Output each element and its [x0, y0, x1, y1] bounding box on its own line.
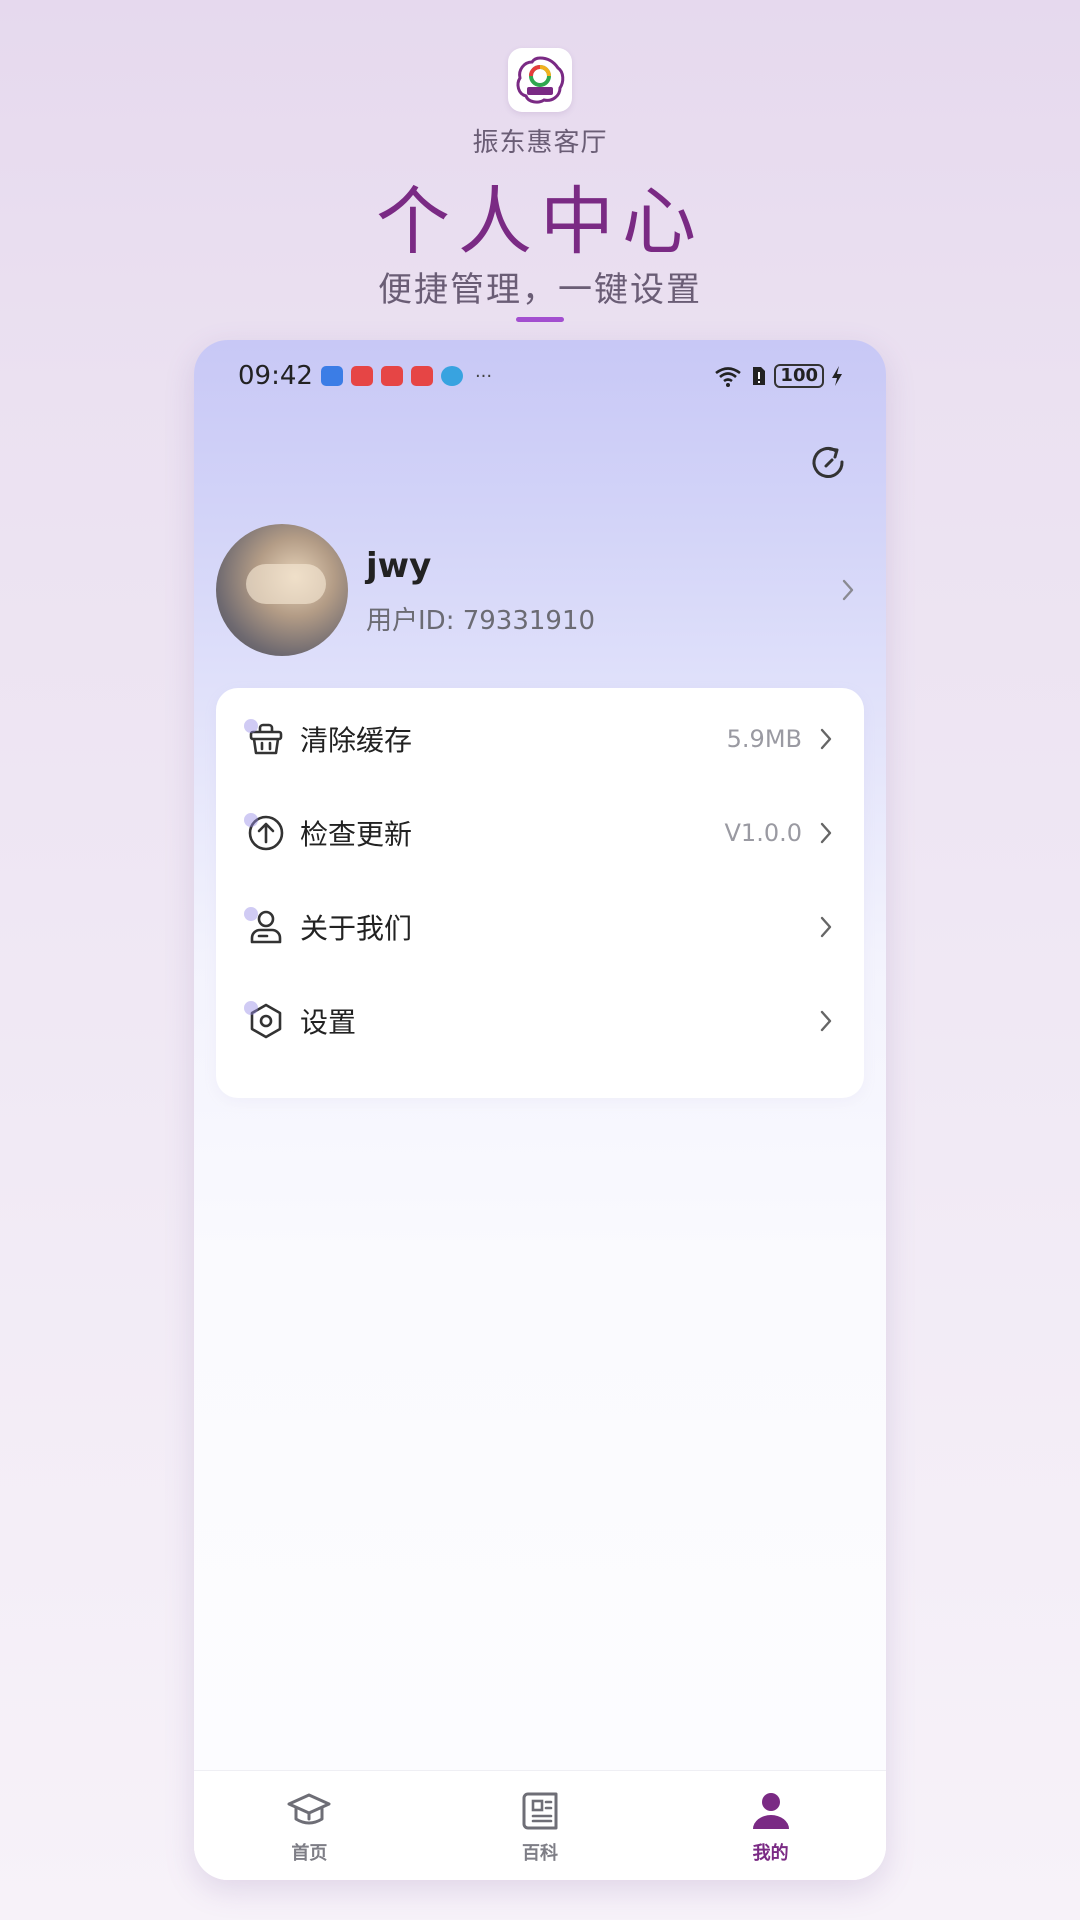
status-bar: 09:42 ··· 100 [194, 340, 886, 412]
menu-label: 检查更新 [300, 818, 413, 851]
more-notifications: ··· [474, 365, 493, 387]
tab-label: 百科 [522, 1842, 558, 1864]
menu-item-check-update[interactable]: 检查更新 V1.0.0 [216, 786, 864, 880]
basket-icon [244, 719, 286, 759]
upload-arrow-icon [244, 813, 286, 853]
battery-level: 100 [774, 364, 824, 388]
sim-alert-icon [753, 367, 766, 385]
menu-item-clear-cache[interactable]: 清除缓存 5.9MB [216, 692, 864, 786]
chevron-right-icon [816, 1007, 836, 1035]
menu-label: 清除缓存 [300, 724, 413, 757]
tab-label: 首页 [291, 1842, 328, 1864]
status-time: 09:42 [238, 361, 313, 391]
tab-home[interactable]: 首页 [194, 1771, 425, 1880]
notification-icons: ··· [320, 365, 493, 387]
charging-icon [832, 366, 842, 386]
notification-app-icon [410, 366, 433, 386]
chevron-right-icon [834, 576, 862, 604]
refresh-button[interactable] [806, 440, 850, 484]
notification-app-icon [350, 366, 373, 386]
promo-subtitle: 便捷管理，一键设置 [378, 270, 702, 310]
menu-item-settings[interactable]: 设置 [216, 974, 864, 1068]
logo-icon [516, 56, 565, 104]
status-right: 100 [712, 364, 844, 388]
graduation-cap-icon [285, 1787, 333, 1835]
chevron-right-icon [816, 725, 836, 753]
notification-app-icon [380, 366, 403, 386]
phone-screen: 09:42 ··· 100 jwy 用户ID: 79331910 清除缓存 5.… [194, 340, 886, 1880]
hexagon-settings-icon [244, 1001, 286, 1041]
app-name: 振东惠客厅 [472, 128, 608, 158]
bottom-tab-bar: 首页 百科 我的 [194, 1770, 886, 1880]
tab-label: 我的 [752, 1842, 789, 1864]
promo-underline [516, 317, 564, 322]
menu-label: 关于我们 [300, 912, 413, 945]
user-icon [747, 1787, 795, 1835]
menu-item-about-us[interactable]: 关于我们 [216, 880, 864, 974]
promo-title: 个人中心 [376, 179, 704, 265]
wifi-icon [715, 367, 742, 387]
avatar-cloud [246, 564, 326, 604]
tab-mine[interactable]: 我的 [655, 1771, 886, 1880]
notification-app-icon [320, 366, 343, 386]
person-icon [244, 907, 286, 947]
app-logo [508, 48, 572, 112]
book-icon [516, 1787, 564, 1835]
refresh-icon [812, 447, 844, 478]
notification-app-icon [440, 366, 463, 386]
menu-label: 设置 [300, 1006, 357, 1039]
profile-row[interactable]: jwy 用户ID: 79331910 [216, 524, 866, 656]
cache-size: 5.9MB [726, 725, 802, 753]
chevron-right-icon [816, 913, 836, 941]
chevron-right-icon [816, 819, 836, 847]
tab-encyclopedia[interactable]: 百科 [425, 1771, 656, 1880]
app-version: V1.0.0 [724, 819, 802, 847]
settings-menu: 清除缓存 5.9MB 检查更新 V1.0.0 关于我们 设置 [216, 688, 864, 1098]
user-name: jwy [366, 546, 432, 586]
user-id: 用户ID: 79331910 [366, 606, 596, 636]
avatar[interactable] [216, 524, 348, 656]
